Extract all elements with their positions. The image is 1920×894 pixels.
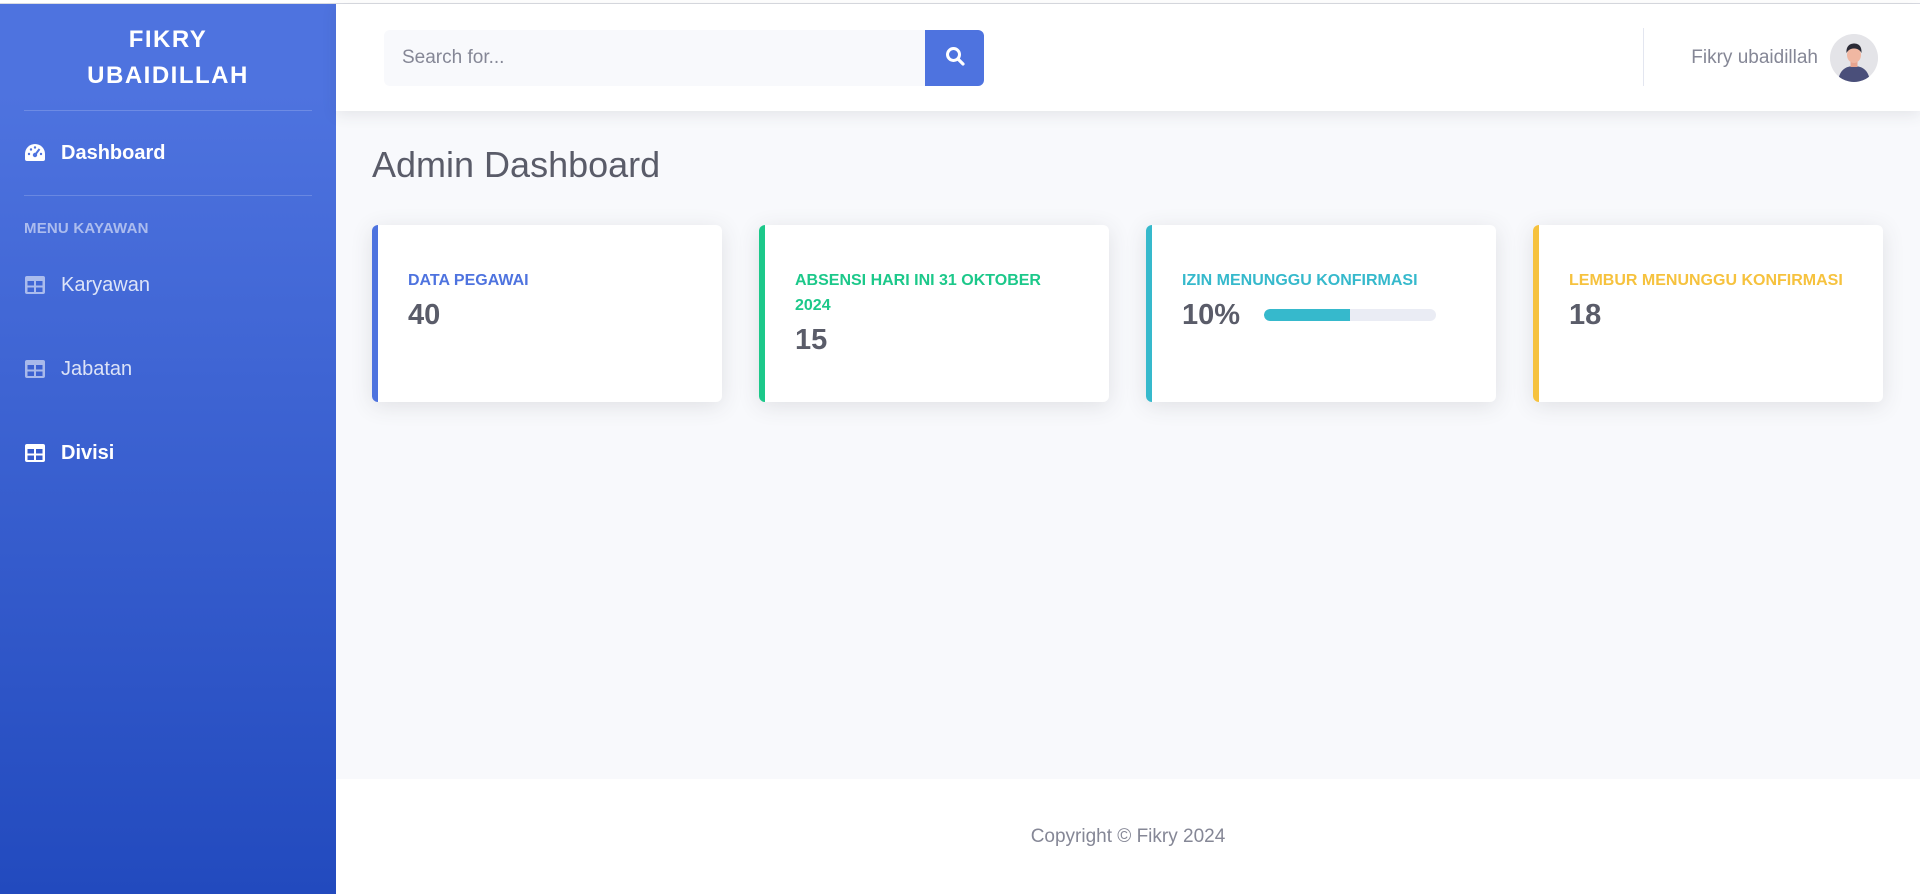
content-area: Fikry ubaidillah Admin Dashboard DATA PE…: [336, 4, 1920, 894]
sidebar-item-label: Jabatan: [61, 357, 133, 380]
card-value: 10%: [1182, 299, 1241, 331]
user-name: Fikry ubaidillah: [1691, 47, 1818, 68]
sidebar-item-label: Divisi: [61, 441, 115, 464]
topbar-divider: [1643, 28, 1644, 86]
table-icon: [24, 274, 46, 296]
page-title: Admin Dashboard: [372, 144, 661, 185]
brand-line-2: UBAIDILLAH: [87, 62, 249, 89]
search-icon: [945, 46, 965, 71]
card-label: IZIN MENUNGGU KONFIRMASI: [1182, 272, 1418, 289]
card-label: DATA PEGAWAI: [408, 272, 529, 289]
footer: Copyright © Fikry 2024: [336, 779, 1920, 894]
card-izin: IZIN MENUNGGU KONFIRMASI 10%: [1146, 225, 1496, 402]
search-form: [384, 30, 984, 86]
table-icon: [24, 358, 46, 380]
card-absensi: ABSENSI HARI INI 31 OKTOBER 2024 15: [759, 225, 1109, 402]
card-value: 18: [1569, 299, 1602, 331]
card-lembur: LEMBUR MENUNGGU KONFIRMASI 18: [1533, 225, 1883, 402]
sidebar-item-karyawan[interactable]: Karyawan: [0, 243, 336, 327]
card-value: 15: [795, 324, 828, 356]
card-label: ABSENSI HARI INI 31 OKTOBER 2024: [795, 272, 1041, 314]
topbar: Fikry ubaidillah: [336, 4, 1920, 111]
search-input[interactable]: [384, 30, 925, 86]
brand-logo[interactable]: FIKRY UBAIDILLAH: [0, 4, 336, 110]
sidebar-item-label: Karyawan: [61, 273, 150, 296]
stat-cards: DATA PEGAWAI 40 ABSENSI HARI INI 31 OKTO…: [372, 225, 1883, 402]
progress-fill: [1264, 309, 1351, 321]
avatar: [1830, 34, 1878, 82]
copyright-text: Copyright © Fikry 2024: [1030, 826, 1226, 847]
sidebar-item-divisi[interactable]: Divisi: [0, 411, 336, 495]
card-value: 40: [408, 299, 441, 331]
user-dropdown[interactable]: Fikry ubaidillah: [1691, 34, 1878, 82]
sidebar-heading: MENU KAYAWAN: [24, 220, 149, 237]
search-button[interactable]: [925, 30, 984, 86]
sidebar: FIKRY UBAIDILLAH Dashboard MENU KAYAWAN: [0, 4, 336, 894]
sidebar-item-jabatan[interactable]: Jabatan: [0, 327, 336, 411]
card-label: LEMBUR MENUNGGU KONFIRMASI: [1569, 272, 1843, 289]
sidebar-item-label: Dashboard: [61, 141, 166, 164]
progress-bar: [1264, 309, 1437, 321]
card-data-pegawai: DATA PEGAWAI 40: [372, 225, 722, 402]
tachometer-icon: [24, 142, 46, 164]
sidebar-item-dashboard[interactable]: Dashboard: [0, 111, 336, 195]
table-icon: [24, 442, 46, 464]
brand-line-1: FIKRY: [128, 26, 208, 53]
app-frame: FIKRY UBAIDILLAH Dashboard MENU KAYAWAN: [0, 3, 1920, 894]
